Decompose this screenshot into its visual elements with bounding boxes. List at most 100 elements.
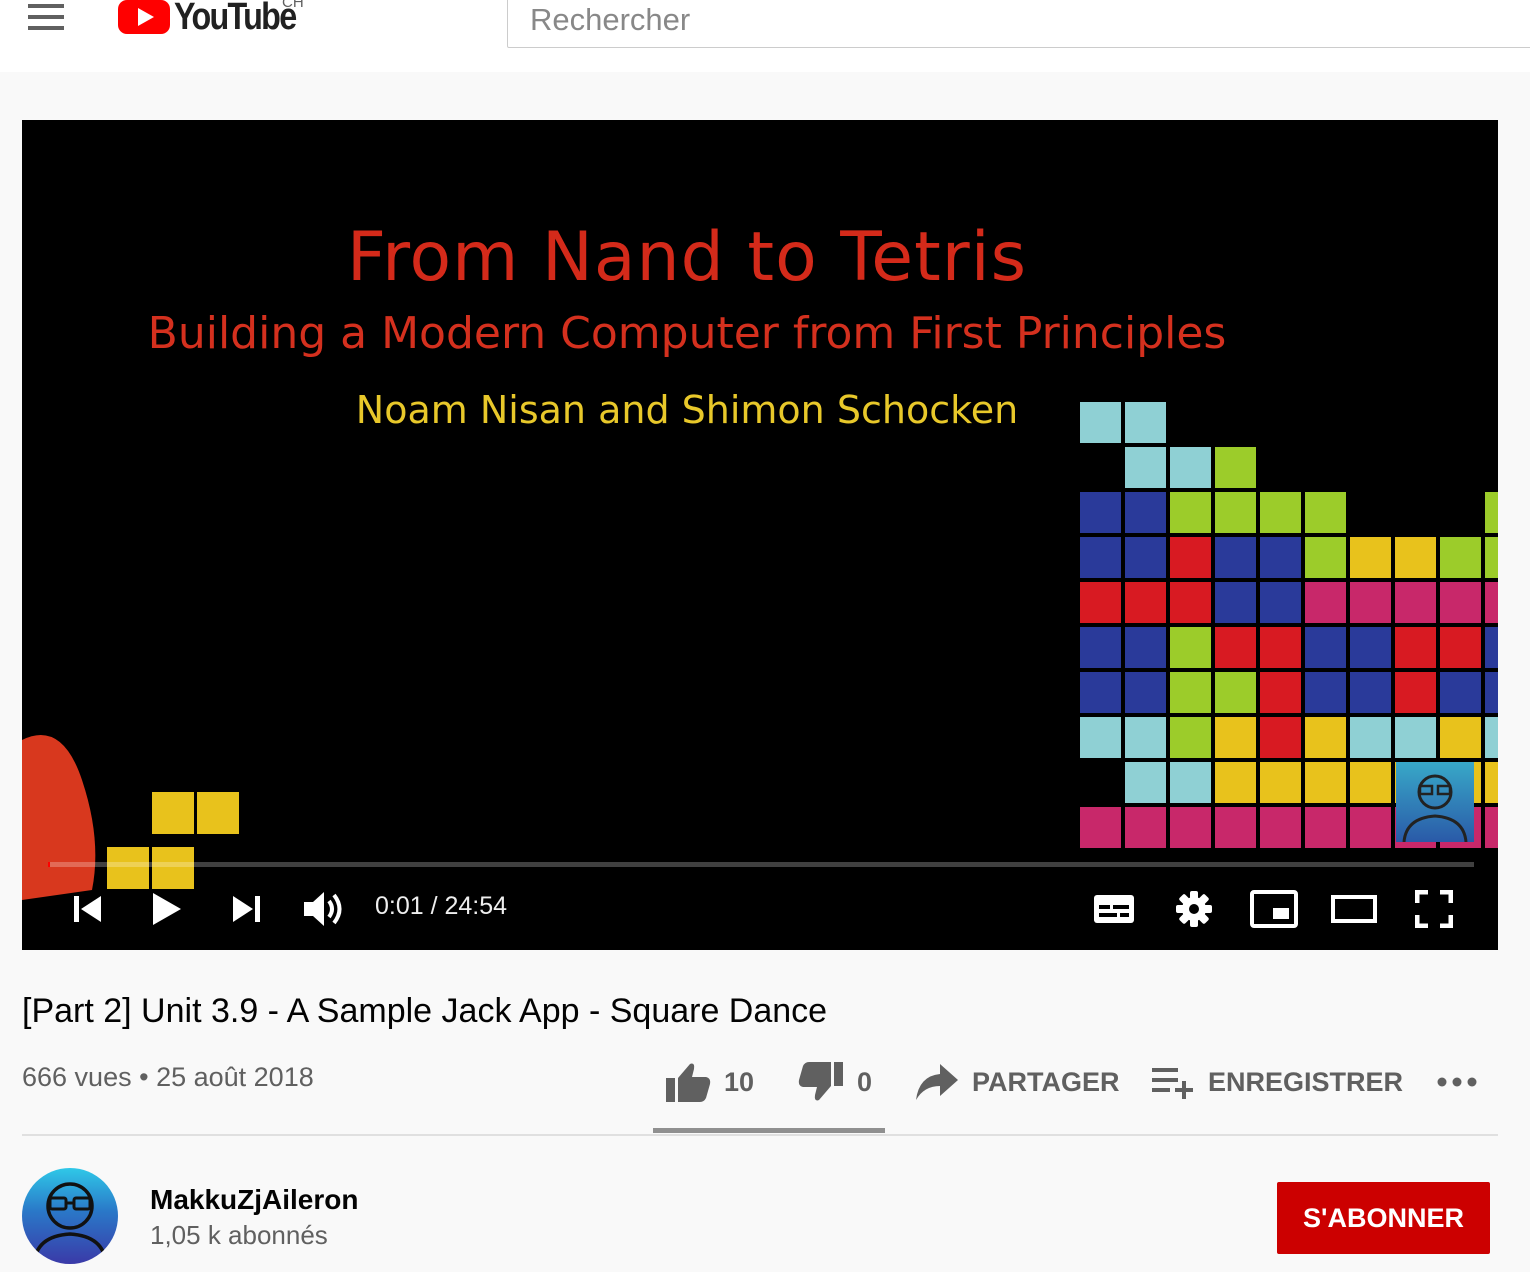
tetris-block [1440, 582, 1481, 623]
tetris-block [1485, 627, 1498, 668]
divider [22, 1134, 1498, 1136]
subscriber-count: 1,05 k abonnés [150, 1220, 328, 1250]
channel-name[interactable]: MakkuZjAileron [150, 1184, 358, 1216]
meta-separator: • [139, 1062, 149, 1092]
tetris-block [1485, 717, 1498, 758]
tetris-block [1215, 627, 1256, 668]
tetris-block [1215, 762, 1256, 803]
tetris-block [1260, 807, 1301, 848]
tetris-block [1260, 627, 1301, 668]
tetris-block [1215, 447, 1256, 488]
tetris-block [1080, 672, 1121, 713]
play-icon[interactable] [144, 882, 188, 936]
tetris-block [1305, 762, 1346, 803]
fullscreen-icon[interactable] [1412, 882, 1456, 936]
save-button[interactable]: ENREGISTRER [1150, 1058, 1403, 1106]
publish-date: 25 août 2018 [156, 1062, 314, 1092]
tetris-block [1215, 672, 1256, 713]
tetris-block [152, 792, 194, 834]
tetris-block [1485, 492, 1498, 533]
tetris-block [1260, 492, 1301, 533]
search-input[interactable] [507, 0, 1530, 48]
tetris-block [1080, 717, 1121, 758]
thumbs-down-icon [798, 1062, 843, 1101]
tetris-block [1305, 672, 1346, 713]
tetris-block [1260, 762, 1301, 803]
settings-icon[interactable] [1172, 882, 1216, 936]
tetris-block [1350, 627, 1391, 668]
thumbs-up-icon [666, 1063, 711, 1102]
tetris-block [1305, 537, 1346, 578]
tetris-block [1125, 537, 1166, 578]
like-count: 10 [724, 1066, 755, 1097]
share-label: PARTAGER [972, 1066, 1120, 1097]
tetris-block [1305, 807, 1346, 848]
subscribe-button[interactable]: S'ABONNER [1277, 1182, 1490, 1254]
tetris-block [1305, 717, 1346, 758]
tetris-block [1215, 807, 1256, 848]
tetris-block [1350, 762, 1391, 803]
skip-previous-icon[interactable] [66, 882, 110, 936]
tetris-block [1125, 627, 1166, 668]
tetris-block [1125, 807, 1166, 848]
tetris-block [1080, 807, 1121, 848]
tetris-block [1305, 582, 1346, 623]
tetris-block [1170, 762, 1211, 803]
tetris-block [1260, 672, 1301, 713]
save-label: ENREGISTRER [1208, 1066, 1404, 1097]
tetris-block [1440, 672, 1481, 713]
tetris-block [1170, 492, 1211, 533]
theater-icon[interactable] [1328, 882, 1380, 936]
like-button[interactable]: 10 [664, 1058, 754, 1106]
more-icon[interactable] [1436, 1058, 1490, 1106]
tetris-block [1215, 582, 1256, 623]
slide-authors: Noam Nisan and Shimon Schocken [355, 388, 1019, 432]
tetris-block [1215, 717, 1256, 758]
tetris-block [1170, 582, 1211, 623]
progress-bar[interactable] [48, 862, 1474, 867]
presenter-avatar-overlay [1396, 762, 1474, 843]
tetris-block [107, 847, 149, 889]
tetris-block [1485, 807, 1498, 848]
miniplayer-icon[interactable] [1248, 882, 1300, 936]
tetris-block [1125, 762, 1166, 803]
channel-avatar[interactable] [22, 1168, 118, 1264]
skip-next-icon[interactable] [224, 882, 268, 936]
playlist-add-icon [1152, 1068, 1193, 1099]
volume-icon[interactable] [300, 882, 348, 936]
dislike-button[interactable]: 0 [797, 1058, 872, 1106]
tetris-block [1440, 537, 1481, 578]
view-count: 666 vues [22, 1062, 132, 1092]
share-icon [916, 1064, 958, 1100]
tetris-block [1170, 537, 1211, 578]
tetris-block [1170, 627, 1211, 668]
tetris-block [1125, 492, 1166, 533]
share-button[interactable]: PARTAGER [914, 1058, 1120, 1106]
time-display: 0:01 / 24:54 [375, 892, 508, 920]
tetris-block [1305, 627, 1346, 668]
tetris-block [1350, 717, 1391, 758]
subtitles-icon[interactable] [1092, 882, 1136, 936]
tetris-block [1485, 582, 1498, 623]
sentiment-bar [653, 1128, 885, 1133]
video-player[interactable]: From Nand to Tetris Building a Modern Co… [22, 120, 1498, 950]
character-illustration [22, 735, 96, 900]
tetris-block [1350, 582, 1391, 623]
tetris-block [1395, 537, 1436, 578]
tetris-block [1350, 672, 1391, 713]
youtube-play-icon [118, 0, 170, 34]
tetris-block [1305, 492, 1346, 533]
tetris-block [1080, 582, 1121, 623]
tetris-block [1170, 717, 1211, 758]
menu-icon[interactable] [28, 4, 66, 30]
tetris-block [1440, 717, 1481, 758]
tetris-block [1170, 447, 1211, 488]
tetris-block [1170, 807, 1211, 848]
dislike-count: 0 [857, 1066, 873, 1097]
tetris-block [1350, 807, 1391, 848]
top-bar: YouTube CH [0, 0, 1530, 72]
tetris-block [1395, 672, 1436, 713]
tetris-block [1080, 537, 1121, 578]
slide-title: From Nand to Tetris [346, 218, 1028, 297]
tetris-block [1125, 582, 1166, 623]
